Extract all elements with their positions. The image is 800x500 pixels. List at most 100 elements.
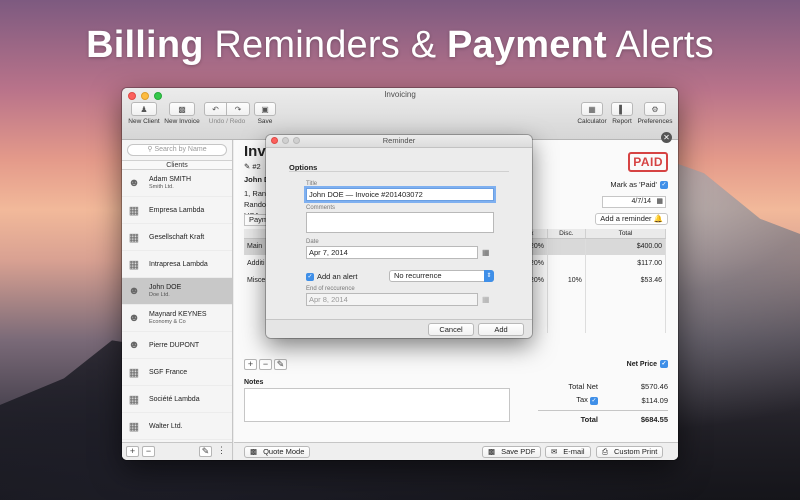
invoice-number-row: ✎ #2 bbox=[244, 162, 261, 171]
table-toolbar: + − ✎ bbox=[244, 359, 287, 370]
total-net-label: Total Net bbox=[568, 381, 598, 391]
client-company: Doe Ltd. bbox=[149, 292, 170, 298]
reminder-date-field[interactable]: Apr 7, 2014 bbox=[306, 246, 478, 259]
undo-icon[interactable]: ↶ bbox=[204, 102, 227, 116]
client-list-item[interactable]: ▦ Intrapresa Lambda bbox=[122, 251, 232, 278]
bar-chart-icon: ▌ bbox=[611, 102, 633, 116]
add-row-button[interactable]: + bbox=[244, 359, 257, 370]
table-cell[interactable] bbox=[547, 311, 586, 322]
building-icon: ▦ bbox=[128, 231, 140, 244]
title-field-label: Title bbox=[306, 181, 318, 187]
client-name: Société Lambda bbox=[149, 395, 200, 403]
undo-redo-group: ↶ ↷ Undo / Redo bbox=[204, 102, 250, 125]
redo-icon[interactable]: ↷ bbox=[227, 102, 250, 116]
client-list-item[interactable]: ▦ SGF France bbox=[122, 359, 232, 386]
client-name: Adam SMITH bbox=[149, 176, 192, 183]
client-list-item[interactable]: ▦ Société Lambda bbox=[122, 386, 232, 413]
table-cell[interactable]: 10% bbox=[547, 272, 586, 289]
building-icon: ▦ bbox=[128, 366, 140, 379]
client-list-item[interactable]: ☻ Adam SMITH Smith Ltd. bbox=[122, 170, 232, 197]
quote-mode-button[interactable]: ▩ Quote Mode bbox=[244, 446, 311, 458]
edit-icon[interactable]: ✎ bbox=[244, 162, 250, 171]
mark-paid-checkbox[interactable]: Mark as 'Paid' ✓ bbox=[610, 180, 668, 189]
client-name: Empresa Lambda bbox=[149, 206, 205, 214]
table-cell[interactable] bbox=[547, 300, 586, 311]
client-list-item[interactable]: ☻ Maynard KEYNES Economy & Co bbox=[122, 305, 232, 332]
person-icon: ☻ bbox=[128, 312, 140, 324]
calendar-icon[interactable]: ▦ bbox=[656, 197, 663, 207]
headline-word-billing: Billing bbox=[86, 24, 204, 66]
new-client-label: New Client bbox=[128, 118, 160, 125]
preferences-button[interactable]: ⚙ Preferences bbox=[636, 102, 674, 125]
notes-field[interactable] bbox=[244, 388, 510, 422]
quote-mode-label: Quote Mode bbox=[263, 447, 305, 456]
tax-label-wrap[interactable]: Tax ✓ bbox=[538, 395, 598, 405]
table-cell[interactable] bbox=[585, 289, 667, 300]
client-name: John DOE bbox=[149, 284, 182, 291]
report-button[interactable]: ▌ Report bbox=[610, 102, 634, 125]
table-cell[interactable] bbox=[585, 322, 667, 333]
window-title: Invoicing bbox=[384, 90, 416, 99]
client-list-item[interactable]: ▦ Gesellschaft Kraft bbox=[122, 224, 232, 251]
building-icon: ▦ bbox=[128, 204, 140, 217]
end-recurrence-label: End of reccurence bbox=[306, 286, 355, 292]
resize-handle-icon[interactable]: ⋮ bbox=[215, 446, 228, 457]
calculator-button[interactable]: ▦ Calculator bbox=[576, 102, 608, 125]
client-name: Gesellschaft Kraft bbox=[149, 233, 205, 241]
invoice-date-field[interactable]: 4/7/14 ▦ bbox=[602, 196, 666, 208]
total-row: Total $684.55 bbox=[538, 410, 668, 424]
remove-client-button[interactable]: − bbox=[142, 446, 155, 457]
table-cell[interactable] bbox=[547, 322, 586, 333]
calendar-icon[interactable]: ▦ bbox=[482, 248, 491, 257]
table-cell[interactable] bbox=[585, 311, 667, 322]
client-list-item[interactable]: ▦ Empresa Lambda bbox=[122, 197, 232, 224]
search-input[interactable]: ⚲ Search by Name bbox=[127, 144, 227, 156]
client-list-item[interactable]: ▦ Walter Ltd. bbox=[122, 413, 232, 440]
totals-panel: Total Net $570.46 Tax ✓ $114.09 Total $6… bbox=[538, 379, 668, 424]
headline-word-reminders: Reminders & bbox=[214, 24, 437, 66]
cancel-button[interactable]: Cancel bbox=[428, 323, 474, 336]
recurrence-select[interactable]: No recurrence ⇕ bbox=[389, 270, 494, 282]
calendar-icon: ▦ bbox=[482, 295, 490, 304]
close-dialog-button[interactable] bbox=[271, 137, 278, 144]
reminder-dialog: Reminder Options Title John DOE — Invoic… bbox=[266, 135, 532, 338]
net-price-label: Net Price bbox=[626, 360, 657, 368]
save-icon: ▣ bbox=[254, 102, 276, 116]
edit-client-button[interactable]: ✎ bbox=[199, 446, 212, 457]
new-invoice-button[interactable]: ▩ New Invoice bbox=[163, 102, 201, 125]
headline-word-payment: Payment bbox=[447, 24, 607, 66]
column-header[interactable]: Disc. bbox=[547, 229, 586, 239]
net-price-checkbox[interactable]: Net Price ✓ bbox=[627, 360, 668, 368]
comments-field-label: Comments bbox=[306, 205, 336, 211]
email-button[interactable]: ✉ E-mail bbox=[545, 446, 591, 458]
add-reminder-button[interactable]: Add a reminder 🔔 bbox=[595, 213, 668, 225]
new-client-button[interactable]: ♟ New Client bbox=[126, 102, 162, 125]
close-invoice-icon[interactable]: ✕ bbox=[661, 132, 672, 143]
table-cell[interactable] bbox=[585, 300, 667, 311]
edit-row-button[interactable]: ✎ bbox=[274, 359, 287, 370]
table-cell[interactable] bbox=[547, 255, 586, 272]
add-button[interactable]: Add bbox=[478, 323, 524, 336]
comments-field[interactable] bbox=[306, 212, 494, 233]
new-invoice-label: New Invoice bbox=[164, 118, 200, 125]
save-button[interactable]: ▣ Save bbox=[253, 102, 277, 125]
custom-print-button[interactable]: ⎙ Custom Print bbox=[596, 446, 664, 458]
table-cell[interactable]: $53.46 bbox=[585, 272, 667, 289]
add-alert-checkbox[interactable]: ✓ Add an alert bbox=[306, 272, 357, 281]
client-list-item[interactable]: ☻ Pierre DUPONT bbox=[122, 332, 232, 359]
end-recurrence-field[interactable]: Apr 8, 2014 bbox=[306, 293, 478, 306]
column-header[interactable]: Total bbox=[585, 229, 667, 239]
table-cell[interactable]: $117.00 bbox=[585, 255, 667, 272]
report-label: Report bbox=[612, 118, 632, 125]
table-cell[interactable] bbox=[547, 289, 586, 300]
preferences-label: Preferences bbox=[637, 118, 673, 125]
table-cell[interactable]: $400.00 bbox=[585, 238, 667, 255]
table-cell[interactable] bbox=[547, 238, 586, 255]
save-pdf-button[interactable]: ▩ Save PDF bbox=[482, 446, 542, 458]
remove-row-button[interactable]: − bbox=[259, 359, 272, 370]
client-list-item[interactable]: ☻ John DOE Doe Ltd. bbox=[122, 278, 232, 305]
reminder-title-field[interactable]: John DOE — Invoice #201403072 bbox=[306, 188, 494, 201]
client-name: Maynard KEYNES bbox=[149, 311, 207, 318]
add-client-button[interactable]: + bbox=[126, 446, 139, 457]
person-icon: ☻ bbox=[128, 177, 140, 189]
